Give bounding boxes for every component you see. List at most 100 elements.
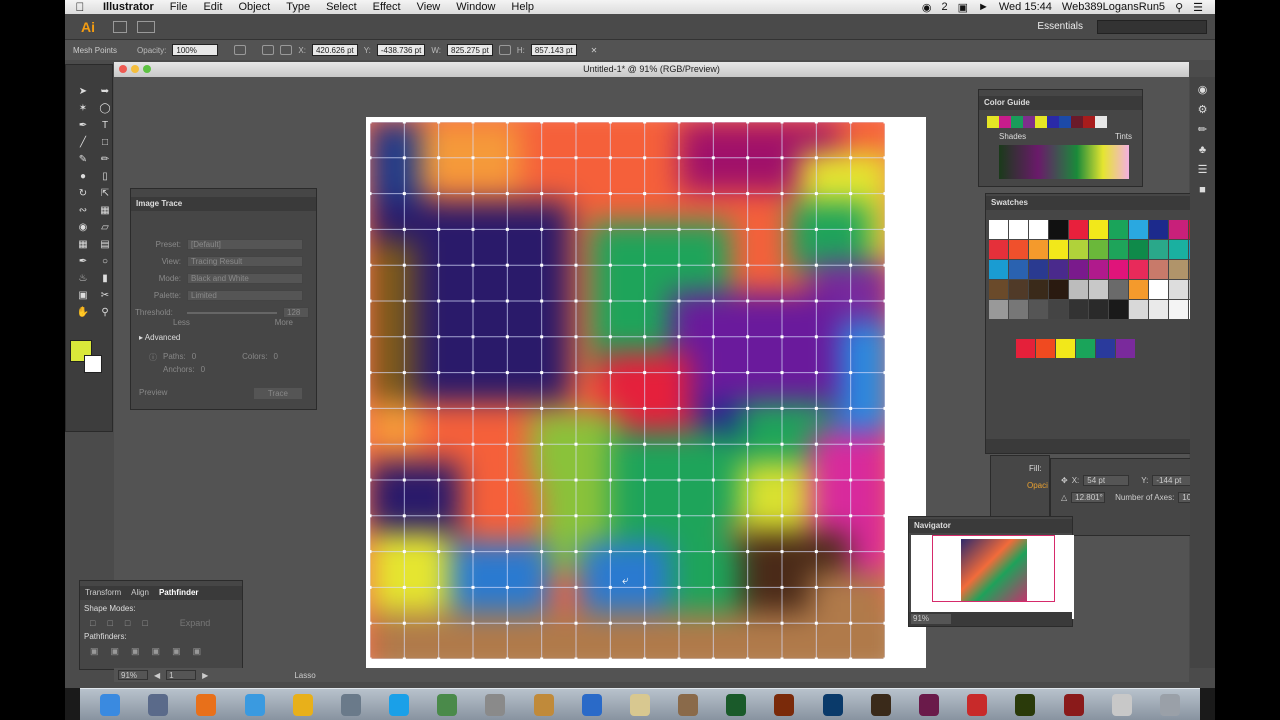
mesh-point[interactable] [643,299,647,303]
display-icon[interactable]: ▣ [958,1,968,14]
clock[interactable]: Wed 15:44 [999,1,1052,13]
tab-align[interactable]: Align [131,586,149,600]
swatch[interactable] [1129,240,1148,259]
mesh-point[interactable] [437,371,441,375]
harmony-swatch[interactable] [1059,116,1071,128]
mesh-point[interactable] [402,371,406,375]
mesh-point[interactable] [814,550,818,554]
mesh-point[interactable] [370,263,372,267]
mesh-point[interactable] [849,406,853,410]
swatch[interactable] [1049,300,1068,319]
mesh-point[interactable] [402,192,406,196]
mesh-point[interactable] [849,299,853,303]
mesh-point[interactable] [746,299,750,303]
mesh-point[interactable] [437,514,441,518]
width-tool-icon[interactable]: ∾ [74,202,92,219]
mesh-point[interactable] [505,657,509,660]
mesh-tool-icon[interactable]: ▦ [74,236,92,253]
mesh-point[interactable] [883,299,886,303]
mesh-point[interactable] [849,442,853,446]
swatch[interactable] [1069,300,1088,319]
menu-help[interactable]: Help [503,1,542,13]
mesh-point[interactable] [608,550,612,554]
line-tool-icon[interactable]: ╱ [74,134,92,151]
blob-brush-tool-icon[interactable]: ● [74,168,92,185]
bridge-icon[interactable] [113,20,127,33]
mesh-point[interactable] [883,406,886,410]
close-window-icon[interactable] [119,65,127,73]
swatch[interactable] [1089,220,1108,239]
mesh-point[interactable] [540,122,544,124]
exclude-icon[interactable]: □ [142,618,147,628]
lasso-tool-icon[interactable]: ◯ [96,100,114,117]
threshold-field[interactable]: 128 [283,307,309,318]
mesh-point[interactable] [471,621,475,625]
mesh-point[interactable] [540,335,544,339]
swatch[interactable] [1009,240,1028,259]
mesh-point[interactable] [402,122,406,124]
harmony-swatch[interactable] [1095,116,1107,128]
perspective-grid-tool-icon[interactable]: ▱ [96,219,114,236]
menu-edit[interactable]: Edit [195,1,230,13]
mesh-point[interactable] [574,550,578,554]
dock-app-mail-icon[interactable] [485,693,506,716]
swatch[interactable] [1109,280,1128,299]
mesh-point[interactable] [849,550,853,554]
mesh-point[interactable] [471,478,475,482]
mesh-point[interactable] [402,335,406,339]
mesh-point[interactable] [780,442,784,446]
mesh-point[interactable] [677,299,681,303]
mesh-point[interactable] [746,514,750,518]
list-icon[interactable]: ☰ [1193,1,1203,14]
mesh-point[interactable] [574,514,578,518]
mesh-point[interactable] [814,442,818,446]
swatch[interactable] [1089,280,1108,299]
mesh-point[interactable] [608,192,612,196]
mesh-point[interactable] [643,478,647,482]
mesh-point[interactable] [677,406,681,410]
mesh-point[interactable] [540,514,544,518]
mesh-point[interactable] [677,227,681,231]
swatch[interactable] [1069,240,1088,259]
dock-app-trash-icon[interactable] [1159,693,1180,716]
swatch[interactable] [1109,220,1128,239]
mesh-point[interactable] [849,478,853,482]
pencil-tool-icon[interactable]: ✏ [96,151,114,168]
mesh-point[interactable] [780,371,784,375]
mesh-point[interactable] [746,442,750,446]
mesh-point[interactable] [540,406,544,410]
eraser-tool-icon[interactable]: ▯ [96,168,114,185]
mesh-point[interactable] [370,657,372,660]
mesh-point[interactable] [471,263,475,267]
mesh-point[interactable] [780,514,784,518]
mesh-point[interactable] [677,478,681,482]
mesh-point[interactable] [711,122,715,124]
mesh-point[interactable] [780,192,784,196]
opacity-field[interactable]: 100% [172,44,219,56]
swatch[interactable] [1049,240,1068,259]
mesh-point[interactable] [540,657,544,660]
tab-transform[interactable]: Transform [85,586,121,600]
mesh-point[interactable] [780,335,784,339]
constrain-proportions-icon[interactable] [498,45,511,55]
group-swatch[interactable] [1096,339,1115,358]
mesh-point[interactable] [883,227,886,231]
mesh-point[interactable] [608,122,612,124]
mesh-point[interactable] [780,621,784,625]
swatch[interactable] [1109,300,1128,319]
volume-icon[interactable]: ► [978,1,989,13]
w-field[interactable]: 825.275 pt [447,44,493,56]
mesh-point[interactable] [746,550,750,554]
mesh-point[interactable] [814,227,818,231]
mesh-point[interactable] [711,371,715,375]
mesh-point[interactable] [883,156,886,160]
mesh-point[interactable] [505,227,509,231]
y-field[interactable]: -438.736 pt [376,44,426,56]
swatch[interactable] [1089,240,1108,259]
swatch[interactable] [989,240,1008,259]
mesh-point[interactable] [780,227,784,231]
group-swatch[interactable] [1016,339,1035,358]
mesh-point[interactable] [780,156,784,160]
mesh-point[interactable] [370,192,372,196]
mesh-point[interactable] [711,550,715,554]
